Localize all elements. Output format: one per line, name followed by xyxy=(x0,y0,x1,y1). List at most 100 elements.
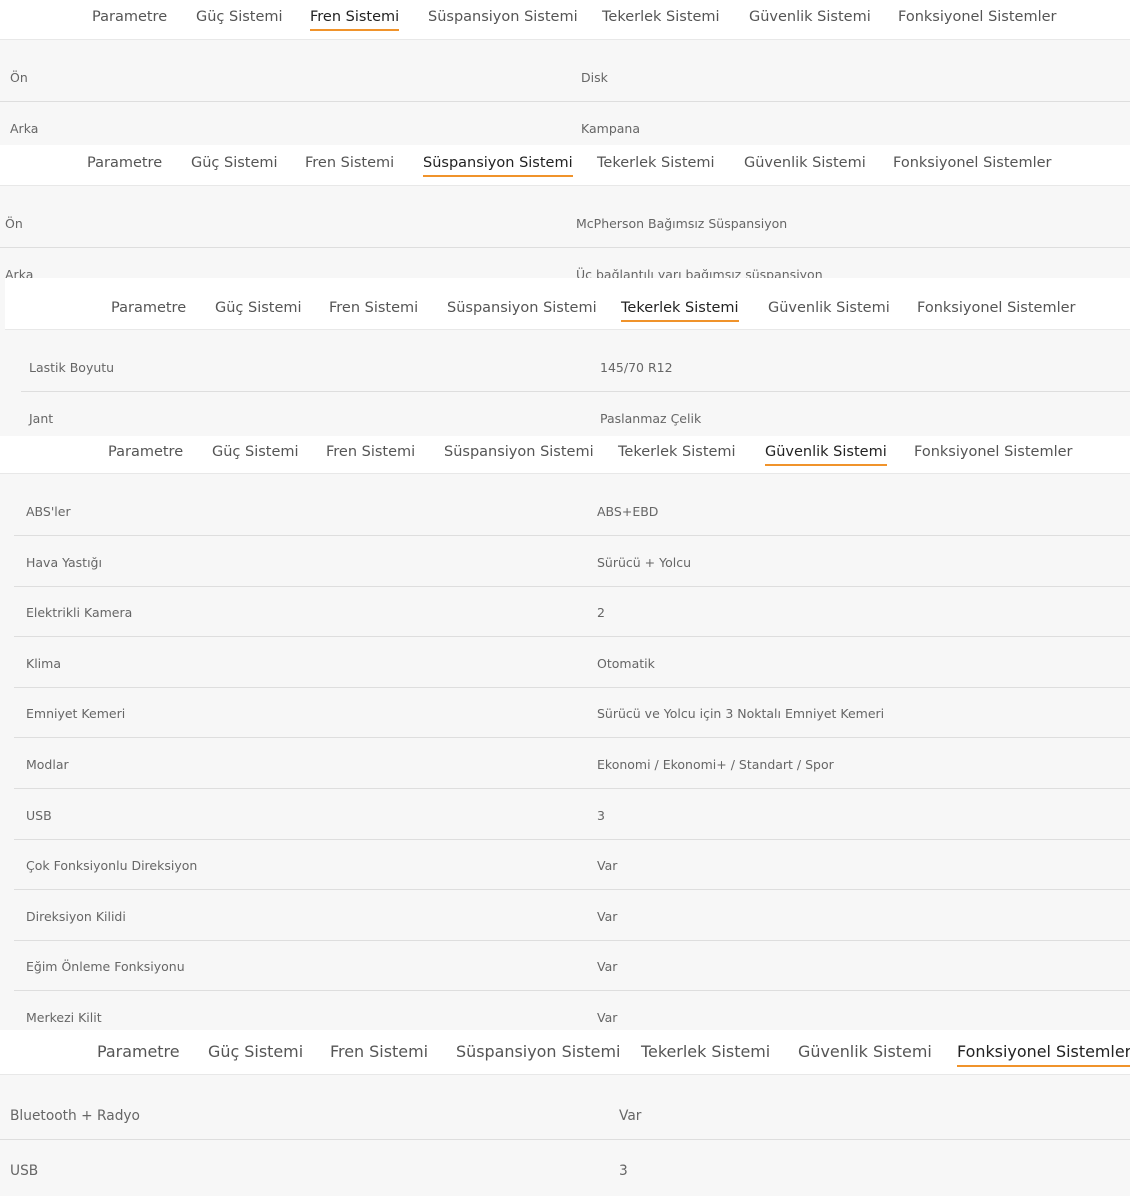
tab-tekerlek-sistemi[interactable]: Tekerlek Sistemi xyxy=(602,9,720,25)
row-value: Var xyxy=(619,1108,642,1124)
row-value: McPherson Bağımsız Süspansiyon xyxy=(576,216,788,231)
tab-fonksiyonel-sistemler[interactable]: Fonksiyonel Sistemler xyxy=(914,444,1073,460)
tab-süspansiyon-sistemi[interactable]: Süspansiyon Sistemi xyxy=(447,300,597,316)
tab-fonksiyonel-sistemler[interactable]: Fonksiyonel Sistemler xyxy=(898,9,1057,25)
row-label: Klima xyxy=(26,655,61,671)
table-row: Arka Kampana xyxy=(0,102,1130,145)
tab-güvenlik-sistemi[interactable]: Güvenlik Sistemi xyxy=(765,444,887,466)
row-value: Sürücü + Yolcu xyxy=(597,554,692,570)
row-label: Hava Yastığı xyxy=(26,554,102,570)
row-label: Ön xyxy=(5,216,23,231)
tab-parametre[interactable]: Parametre xyxy=(87,155,162,171)
row-value: Var xyxy=(597,959,618,975)
row-value: ABS+EBD xyxy=(597,504,659,519)
row-label: Arka xyxy=(5,267,34,278)
table-row: Klima Otomatik xyxy=(14,637,1130,688)
row-label: Lastik Boyutu xyxy=(29,360,115,375)
tab-güvenlik-sistemi[interactable]: Güvenlik Sistemi xyxy=(798,1042,932,1061)
tab-fonksiyonel-sistemler[interactable]: Fonksiyonel Sistemler xyxy=(957,1042,1130,1067)
tab-güç-sistemi[interactable]: Güç Sistemi xyxy=(196,9,283,25)
table-row: Elektrikli Kamera 2 xyxy=(14,587,1130,638)
row-value: Otomatik xyxy=(597,655,655,671)
tab-güç-sistemi[interactable]: Güç Sistemi xyxy=(215,300,302,316)
row-label: Direksiyon Kilidi xyxy=(26,908,126,924)
tab-fonksiyonel-sistemler[interactable]: Fonksiyonel Sistemler xyxy=(917,300,1076,316)
tab-fren-sistemi[interactable]: Fren Sistemi xyxy=(310,9,400,31)
table-row: Çok Fonksiyonlu Direksiyon Var xyxy=(14,840,1130,891)
table-row: Hava Yastığı Sürücü + Yolcu xyxy=(14,536,1130,587)
spec-panel: Parametre Güç Sistemi Fren Sistemi Süspansi… xyxy=(0,145,1130,278)
tab-güç-sistemi[interactable]: Güç Sistemi xyxy=(208,1042,303,1061)
row-value: Ekonomi / Ekonomi+ / Standart / Spor xyxy=(597,756,834,772)
tab-parametre[interactable]: Parametre xyxy=(92,9,167,25)
spec-panel: Parametre Güç Sistemi Fren Sistemi Süspansi… xyxy=(0,0,1130,145)
tab-fonksiyonel-sistemler[interactable]: Fonksiyonel Sistemler xyxy=(893,155,1052,171)
tab-bar: Parametre Güç Sistemi Fren Sistemi Süspansi… xyxy=(0,0,1130,40)
table-row: Jant Paslanmaz Çelik xyxy=(21,392,1130,436)
spec-panel: Parametre Güç Sistemi Fren Sistemi Süspansi… xyxy=(5,278,1130,436)
table-row: Eğim Önleme Fonksiyonu Var xyxy=(14,941,1130,992)
row-label: Elektrikli Kamera xyxy=(26,605,133,621)
row-label: USB xyxy=(10,1163,39,1179)
table-row: Direksiyon Kilidi Var xyxy=(14,890,1130,941)
row-value: Var xyxy=(597,908,618,924)
tab-güvenlik-sistemi[interactable]: Güvenlik Sistemi xyxy=(744,155,866,171)
spec-table: Ön McPherson Bağımsız Süspansiyon Arka Üç b… xyxy=(0,186,1130,278)
table-row: USB 3 xyxy=(0,1140,1130,1195)
tab-fren-sistemi[interactable]: Fren Sistemi xyxy=(330,1042,428,1061)
spec-panel: Parametre Güç Sistemi Fren Sistemi Süspansi… xyxy=(0,436,1130,1030)
row-value: Kampana xyxy=(581,121,640,136)
tab-bar: Parametre Güç Sistemi Fren Sistemi Süspansi… xyxy=(0,436,1130,474)
tab-fren-sistemi[interactable]: Fren Sistemi xyxy=(326,444,415,460)
row-label: Merkezi Kilit xyxy=(26,1009,102,1025)
spec-table: Lastik Boyutu 145/70 R12 Jant Paslanmaz Çel… xyxy=(5,330,1130,436)
tab-tekerlek-sistemi[interactable]: Tekerlek Sistemi xyxy=(618,444,736,460)
tab-fren-sistemi[interactable]: Fren Sistemi xyxy=(305,155,394,171)
row-label: Çok Fonksiyonlu Direksiyon xyxy=(26,858,198,874)
table-row: ABS'ler ABS+EBD xyxy=(14,474,1130,536)
row-value: Disk xyxy=(581,70,608,85)
tab-süspansiyon-sistemi[interactable]: Süspansiyon Sistemi xyxy=(456,1042,620,1061)
row-value: 3 xyxy=(597,807,605,823)
row-value: Var xyxy=(597,858,618,874)
table-row: Modlar Ekonomi / Ekonomi+ / Standart / Sp… xyxy=(14,738,1130,789)
table-row: Bluetooth + Radyo Var xyxy=(0,1075,1130,1140)
row-label: Emniyet Kemeri xyxy=(26,706,126,722)
table-row: Lastik Boyutu 145/70 R12 xyxy=(21,330,1130,392)
tab-güvenlik-sistemi[interactable]: Güvenlik Sistemi xyxy=(768,300,890,316)
table-row: Emniyet Kemeri Sürücü ve Yolcu için 3 Nok… xyxy=(14,688,1130,739)
row-value: Var xyxy=(597,1009,618,1025)
tab-parametre[interactable]: Parametre xyxy=(111,300,186,316)
tab-süspansiyon-sistemi[interactable]: Süspansiyon Sistemi xyxy=(428,9,578,25)
table-row: Merkezi Kilit Var xyxy=(14,991,1130,1030)
table-row: Arka Üç bağlantılı yarı bağımsız süspansi… xyxy=(0,248,1130,278)
row-value: 2 xyxy=(597,605,605,621)
tab-bar: Parametre Güç Sistemi Fren Sistemi Süspansi… xyxy=(0,145,1130,186)
row-label: Bluetooth + Radyo xyxy=(10,1108,140,1124)
spec-table: Ön Disk Arka Kampana xyxy=(0,40,1130,145)
spec-table: Bluetooth + Radyo Var USB 3 xyxy=(0,1075,1130,1196)
tab-parametre[interactable]: Parametre xyxy=(108,444,183,460)
row-value: Paslanmaz Çelik xyxy=(600,411,702,426)
table-row: Ön Disk xyxy=(0,40,1130,102)
tab-tekerlek-sistemi[interactable]: Tekerlek Sistemi xyxy=(597,155,715,171)
tab-güvenlik-sistemi[interactable]: Güvenlik Sistemi xyxy=(749,9,871,25)
row-value: 3 xyxy=(619,1163,628,1179)
row-value: 145/70 R12 xyxy=(600,360,673,375)
row-label: Eğim Önleme Fonksiyonu xyxy=(26,959,185,975)
tab-süspansiyon-sistemi[interactable]: Süspansiyon Sistemi xyxy=(444,444,594,460)
tab-fren-sistemi[interactable]: Fren Sistemi xyxy=(329,300,418,316)
row-label: Modlar xyxy=(26,756,69,772)
tab-güç-sistemi[interactable]: Güç Sistemi xyxy=(191,155,278,171)
tab-tekerlek-sistemi[interactable]: Tekerlek Sistemi xyxy=(641,1042,770,1061)
table-row: USB 3 xyxy=(14,789,1130,840)
tab-güç-sistemi[interactable]: Güç Sistemi xyxy=(212,444,299,460)
row-label: ABS'ler xyxy=(26,504,71,519)
tab-parametre[interactable]: Parametre xyxy=(97,1042,180,1061)
tab-süspansiyon-sistemi[interactable]: Süspansiyon Sistemi xyxy=(423,155,573,177)
row-value: Sürücü ve Yolcu için 3 Noktalı Emniyet K… xyxy=(597,706,885,722)
tab-tekerlek-sistemi[interactable]: Tekerlek Sistemi xyxy=(621,300,739,322)
spec-panel: Parametre Güç Sistemi Fren Sistemi Süspansi… xyxy=(0,1030,1130,1196)
spec-table: ABS'ler ABS+EBD Hava Yastığı Sürücü + Yolcu… xyxy=(0,474,1130,1030)
row-label: Arka xyxy=(10,121,39,136)
